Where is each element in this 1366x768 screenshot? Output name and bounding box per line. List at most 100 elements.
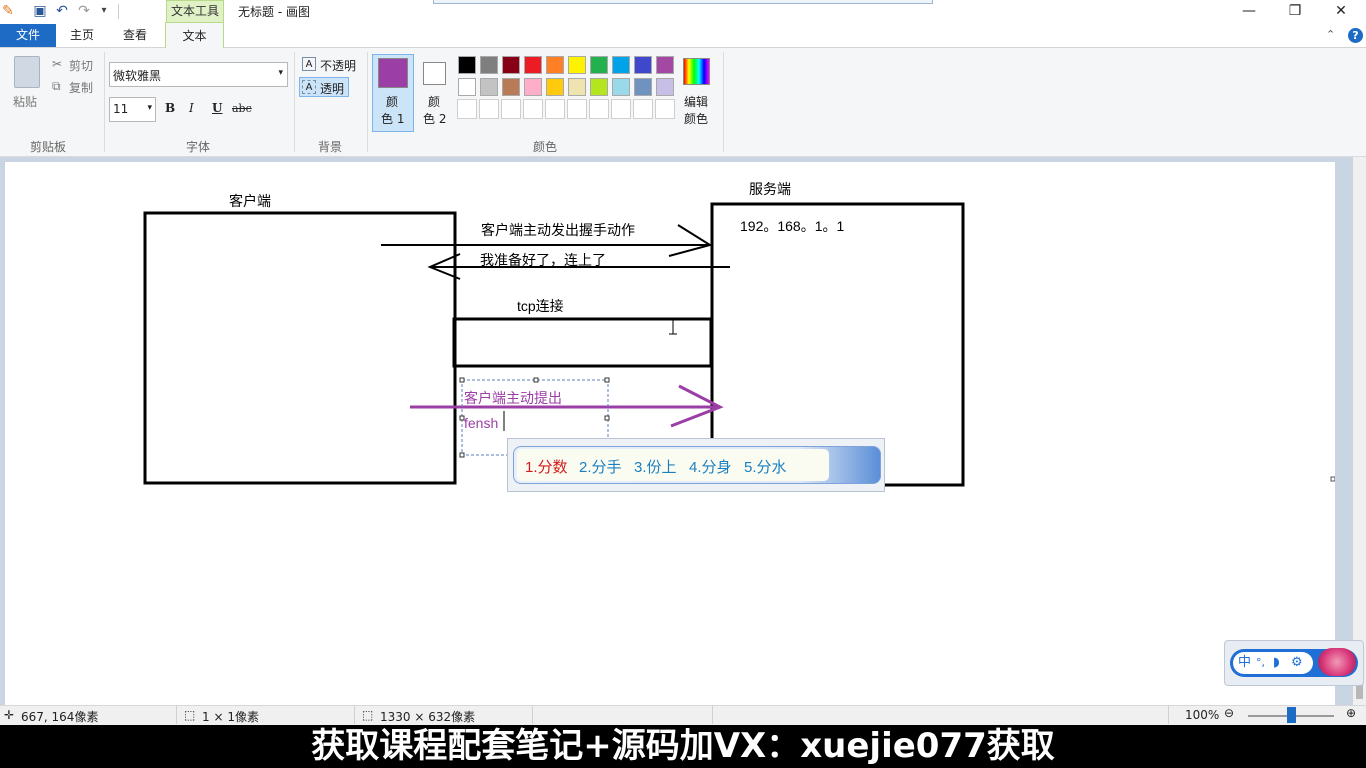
promo-banner: 获取课程配套笔记+源码加VX：xuejie077获取 bbox=[0, 725, 1366, 768]
tab-view[interactable]: 查看 bbox=[112, 24, 158, 47]
help-icon[interactable]: ? bbox=[1348, 28, 1363, 43]
palette-color-swatch[interactable] bbox=[524, 56, 542, 74]
ready-label: 我准备好了，连上了 bbox=[480, 252, 606, 268]
close-icon[interactable]: ✕ bbox=[1318, 0, 1364, 22]
palette-color-swatch[interactable] bbox=[458, 78, 476, 96]
ime-status-pill[interactable]: 中 °, ◗ ⚙ bbox=[1233, 652, 1313, 674]
ime-settings-icon[interactable]: ⚙ bbox=[1291, 652, 1303, 674]
resize-handle bbox=[604, 377, 610, 383]
palette-custom-slot[interactable] bbox=[633, 99, 653, 119]
palette-custom-slot[interactable] bbox=[655, 99, 675, 119]
palette-custom-slot[interactable] bbox=[611, 99, 631, 119]
paint-app-icon[interactable]: ✎ bbox=[0, 3, 16, 19]
palette-custom-slot[interactable] bbox=[479, 99, 499, 119]
customize-quick-access-icon[interactable]: ▾ bbox=[96, 3, 112, 19]
opaque-button[interactable]: 不透明 bbox=[320, 57, 356, 74]
palette-color-swatch[interactable] bbox=[634, 78, 652, 96]
edit-colors-icon[interactable] bbox=[683, 58, 710, 85]
palette-custom-slot[interactable] bbox=[589, 99, 609, 119]
palette-color-swatch[interactable] bbox=[656, 56, 674, 74]
restore-icon[interactable]: ❐ bbox=[1272, 0, 1318, 22]
font-size-select[interactable]: 11 ▾ bbox=[109, 97, 156, 122]
ime-halfwidth-icon[interactable]: ◗ bbox=[1273, 652, 1280, 674]
palette-color-swatch[interactable] bbox=[480, 56, 498, 74]
edit-colors-label-b[interactable]: 颜色 bbox=[684, 110, 708, 127]
tab-home[interactable]: 主页 bbox=[60, 24, 104, 47]
ime-mode[interactable]: 中 bbox=[1238, 652, 1251, 674]
color2-swatch[interactable] bbox=[423, 62, 446, 85]
palette-color-swatch[interactable] bbox=[458, 56, 476, 74]
transparent-button[interactable]: 透明 bbox=[320, 80, 344, 97]
resize-handle bbox=[533, 377, 539, 383]
copy-icon[interactable]: ⧉ bbox=[52, 79, 61, 94]
edit-colors-label-a[interactable]: 编辑 bbox=[684, 93, 708, 110]
vertical-scrollbar[interactable] bbox=[1353, 157, 1366, 705]
cut-icon[interactable]: ✂ bbox=[52, 57, 62, 71]
palette-color-swatch[interactable] bbox=[612, 56, 630, 74]
palette-color-swatch[interactable] bbox=[590, 56, 608, 74]
top-floating-bar bbox=[433, 0, 933, 4]
selection-size-icon: ⬚ bbox=[184, 708, 196, 722]
editing-text-line2[interactable]: fensh bbox=[464, 415, 498, 431]
image-size: 1330 × 632像素 bbox=[380, 710, 476, 724]
zoom-slider-thumb[interactable] bbox=[1286, 707, 1296, 723]
canvas-resize-handle bbox=[1330, 476, 1335, 482]
ime-candidate-4[interactable]: 4.分身 bbox=[689, 456, 732, 477]
color2-label-b: 色 2 bbox=[423, 112, 447, 126]
ime-punct-icon[interactable]: °, bbox=[1256, 652, 1265, 674]
canvas-drawing bbox=[143, 202, 1335, 487]
palette-custom-slot[interactable] bbox=[545, 99, 565, 119]
redo-icon[interactable]: ↷ bbox=[76, 3, 92, 19]
underline-button[interactable]: U bbox=[212, 101, 222, 115]
palette-color-swatch[interactable] bbox=[612, 78, 630, 96]
italic-button[interactable]: I bbox=[189, 101, 194, 115]
palette-color-swatch[interactable] bbox=[480, 78, 498, 96]
palette-color-swatch[interactable] bbox=[502, 56, 520, 74]
cut-button[interactable]: 剪切 bbox=[69, 57, 93, 74]
palette-color-swatch[interactable] bbox=[524, 78, 542, 96]
palette-color-swatch[interactable] bbox=[502, 78, 520, 96]
ime-candidate-5[interactable]: 5.分水 bbox=[744, 456, 787, 477]
collapse-ribbon-icon[interactable]: ⌃ bbox=[1326, 28, 1335, 41]
paste-icon[interactable] bbox=[14, 56, 40, 88]
palette-color-swatch[interactable] bbox=[656, 78, 674, 96]
undo-icon[interactable]: ↶ bbox=[54, 3, 70, 19]
status-divider bbox=[532, 706, 533, 724]
client-label: 客户端 bbox=[229, 193, 271, 209]
font-family-select[interactable]: 微软雅黑 ▾ bbox=[109, 62, 288, 87]
bold-button[interactable]: B bbox=[165, 101, 175, 115]
status-divider bbox=[354, 706, 355, 724]
font-family-value: 微软雅黑 bbox=[113, 69, 162, 83]
paste-button[interactable]: 粘贴 bbox=[13, 93, 37, 110]
palette-custom-slot[interactable] bbox=[567, 99, 587, 119]
copy-button[interactable]: 复制 bbox=[69, 79, 93, 96]
drawing-canvas[interactable]: 客户端 服务端 192。168。1。1 客户端主动发出握手动作 我准备好了，连上… bbox=[5, 162, 1335, 705]
palette-color-swatch[interactable] bbox=[634, 56, 652, 74]
zoom-level: 100% bbox=[1185, 708, 1220, 722]
palette-color-swatch[interactable] bbox=[568, 56, 586, 74]
palette-color-swatch[interactable] bbox=[546, 56, 564, 74]
handshake-arrow-head bbox=[668, 224, 713, 257]
image-size-icon: ⬚ bbox=[362, 708, 374, 722]
strikethrough-button[interactable]: abc bbox=[232, 102, 252, 115]
palette-color-swatch[interactable] bbox=[568, 78, 586, 96]
group-divider bbox=[294, 52, 295, 152]
status-divider bbox=[176, 706, 177, 724]
ibeam-cursor-icon bbox=[669, 319, 677, 335]
ime-candidate-2[interactable]: 2.分手 bbox=[579, 456, 622, 477]
zoom-in-icon[interactable]: ⊕ bbox=[1346, 706, 1356, 720]
tab-file[interactable]: 文件 bbox=[0, 24, 56, 47]
save-icon[interactable]: ▣ bbox=[32, 3, 48, 19]
ime-candidate-3[interactable]: 3.份上 bbox=[634, 456, 677, 477]
palette-color-swatch[interactable] bbox=[546, 78, 564, 96]
opaque-icon: A bbox=[302, 57, 316, 71]
ime-candidate-1[interactable]: 1.分数 bbox=[525, 456, 568, 477]
minimize-icon[interactable]: — bbox=[1226, 0, 1272, 22]
zoom-out-icon[interactable]: ⊖ bbox=[1224, 706, 1234, 720]
tab-text[interactable]: 文本 bbox=[165, 22, 224, 48]
palette-custom-slot[interactable] bbox=[501, 99, 521, 119]
palette-custom-slot[interactable] bbox=[523, 99, 543, 119]
palette-custom-slot[interactable] bbox=[457, 99, 477, 119]
editing-text-line1[interactable]: 客户端主动提出 bbox=[464, 388, 562, 408]
palette-color-swatch[interactable] bbox=[590, 78, 608, 96]
